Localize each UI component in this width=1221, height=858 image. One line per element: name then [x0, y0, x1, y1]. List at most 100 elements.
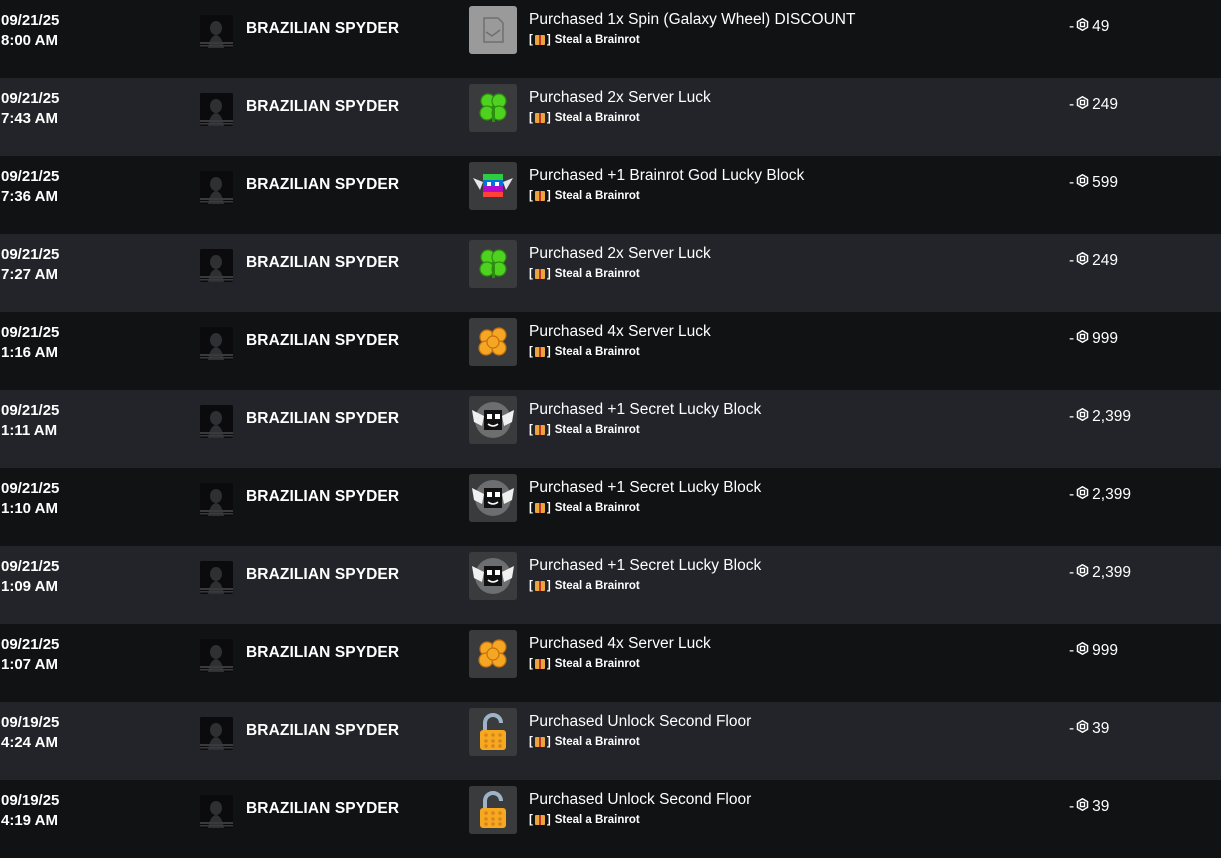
green-clover-icon[interactable]	[469, 240, 517, 288]
transaction-date: 09/21/25 1:11 AM	[1, 401, 59, 441]
date-text: 09/19/25	[1, 792, 60, 809]
username-link[interactable]: BRAZILIAN SPYDER	[246, 644, 399, 662]
bracket-close: ]	[546, 814, 551, 826]
experience-link[interactable]: [] Steal a Brainrot	[529, 346, 640, 358]
amount: -2,399	[1069, 486, 1131, 504]
experience-link[interactable]: [] Steal a Brainrot	[529, 658, 640, 670]
transaction-row: 09/21/25 7:27 AM BRAZILIAN SPYDER Purchased…	[0, 234, 1221, 312]
gift-icon	[534, 425, 545, 435]
robux-icon	[1074, 642, 1092, 660]
amount-value: 2,399	[1092, 564, 1131, 581]
transaction-row: 09/21/25 1:07 AM BRAZILIAN SPYDER Purchased…	[0, 624, 1221, 702]
transaction-date: 09/21/25 1:07 AM	[1, 635, 59, 675]
green-clover-icon[interactable]	[469, 84, 517, 132]
amount: -39	[1069, 798, 1109, 816]
experience-link[interactable]: [] Steal a Brainrot	[529, 34, 640, 46]
bracket-open: [	[529, 580, 533, 592]
user-avatar-icon[interactable]	[200, 15, 233, 48]
item-name: Purchased Unlock Second Floor	[529, 791, 752, 808]
experience-link[interactable]: [] Steal a Brainrot	[529, 190, 640, 202]
experience-name: Steal a Brainrot	[554, 268, 640, 280]
item-name: Purchased 2x Server Luck	[529, 245, 711, 262]
amount-value: 999	[1092, 330, 1119, 347]
bracket-open: [	[529, 736, 533, 748]
robux-icon	[1074, 720, 1092, 738]
experience-name: Steal a Brainrot	[554, 190, 640, 202]
transaction-row: 09/21/25 1:10 AM BRAZILIAN SPYDER Purchased…	[0, 468, 1221, 546]
placeholder-item-icon[interactable]	[469, 6, 517, 54]
experience-link[interactable]: [] Steal a Brainrot	[529, 814, 640, 826]
amount-value: 2,399	[1092, 486, 1131, 503]
time-text: 4:19 AM	[1, 812, 58, 829]
date-text: 09/21/25	[1, 12, 60, 29]
username-link[interactable]: BRAZILIAN SPYDER	[246, 410, 399, 428]
unlock-padlock-icon[interactable]	[469, 708, 517, 756]
user-avatar-icon[interactable]	[200, 483, 233, 516]
user-avatar-icon[interactable]	[200, 795, 233, 828]
white-winged-block-icon[interactable]	[469, 396, 517, 444]
gold-clover-icon[interactable]	[469, 318, 517, 366]
experience-link[interactable]: [] Steal a Brainrot	[529, 268, 640, 280]
white-winged-block-icon[interactable]	[469, 552, 517, 600]
experience-name: Steal a Brainrot	[554, 424, 640, 436]
white-winged-block-icon[interactable]	[469, 474, 517, 522]
transaction-row: 09/21/25 1:11 AM BRAZILIAN SPYDER Purchased…	[0, 390, 1221, 468]
bracket-open: [	[529, 814, 533, 826]
user-avatar-icon[interactable]	[200, 327, 233, 360]
username-link[interactable]: BRAZILIAN SPYDER	[246, 176, 399, 194]
user-avatar-icon[interactable]	[200, 561, 233, 594]
unlock-padlock-icon[interactable]	[469, 786, 517, 834]
robux-icon	[1074, 564, 1092, 582]
time-text: 7:27 AM	[1, 266, 58, 283]
username-link[interactable]: BRAZILIAN SPYDER	[246, 566, 399, 584]
username-link[interactable]: BRAZILIAN SPYDER	[246, 98, 399, 116]
transactions-list: 09/21/25 8:00 AM BRAZILIAN SPYDER Purchased…	[0, 0, 1221, 858]
item-name: Purchased +1 Brainrot God Lucky Block	[529, 167, 805, 184]
rainbow-winged-block-icon[interactable]	[469, 162, 517, 210]
amount: -39	[1069, 720, 1109, 738]
amount-value: 249	[1092, 252, 1119, 269]
username-link[interactable]: BRAZILIAN SPYDER	[246, 332, 399, 350]
experience-link[interactable]: [] Steal a Brainrot	[529, 736, 640, 748]
bracket-close: ]	[546, 268, 551, 280]
item-name: Purchased 1x Spin (Galaxy Wheel) DISCOUN…	[529, 11, 856, 28]
experience-link[interactable]: [] Steal a Brainrot	[529, 112, 640, 124]
amount-value: 49	[1092, 18, 1110, 35]
time-text: 1:09 AM	[1, 578, 58, 595]
bracket-close: ]	[546, 736, 551, 748]
username-link[interactable]: BRAZILIAN SPYDER	[246, 254, 399, 272]
amount: -249	[1069, 96, 1118, 114]
gold-clover-icon[interactable]	[469, 630, 517, 678]
username-link[interactable]: BRAZILIAN SPYDER	[246, 20, 399, 38]
user-avatar-icon[interactable]	[200, 93, 233, 126]
experience-link[interactable]: [] Steal a Brainrot	[529, 502, 640, 514]
experience-link[interactable]: [] Steal a Brainrot	[529, 424, 640, 436]
item-name: Purchased 4x Server Luck	[529, 323, 711, 340]
username-link[interactable]: BRAZILIAN SPYDER	[246, 722, 399, 740]
bracket-open: [	[529, 658, 533, 670]
gift-icon	[534, 35, 545, 45]
gift-icon	[534, 113, 545, 123]
user-avatar-icon[interactable]	[200, 171, 233, 204]
user-avatar-icon[interactable]	[200, 639, 233, 672]
amount: -2,399	[1069, 564, 1131, 582]
gift-icon	[534, 581, 545, 591]
date-text: 09/21/25	[1, 324, 60, 341]
bracket-close: ]	[546, 346, 551, 358]
username-link[interactable]: BRAZILIAN SPYDER	[246, 488, 399, 506]
amount-value: 2,399	[1092, 408, 1131, 425]
experience-link[interactable]: [] Steal a Brainrot	[529, 580, 640, 592]
amount: -999	[1069, 330, 1118, 348]
transaction-date: 09/21/25 1:10 AM	[1, 479, 59, 519]
transaction-row: 09/21/25 7:43 AM BRAZILIAN SPYDER Purchased…	[0, 78, 1221, 156]
user-avatar-icon[interactable]	[200, 717, 233, 750]
transaction-date: 09/21/25 7:43 AM	[1, 89, 59, 129]
amount: -999	[1069, 642, 1118, 660]
user-avatar-icon[interactable]	[200, 405, 233, 438]
bracket-close: ]	[546, 580, 551, 592]
username-link[interactable]: BRAZILIAN SPYDER	[246, 800, 399, 818]
user-avatar-icon[interactable]	[200, 249, 233, 282]
experience-name: Steal a Brainrot	[554, 346, 640, 358]
time-text: 8:00 AM	[1, 32, 58, 49]
experience-name: Steal a Brainrot	[554, 658, 640, 670]
